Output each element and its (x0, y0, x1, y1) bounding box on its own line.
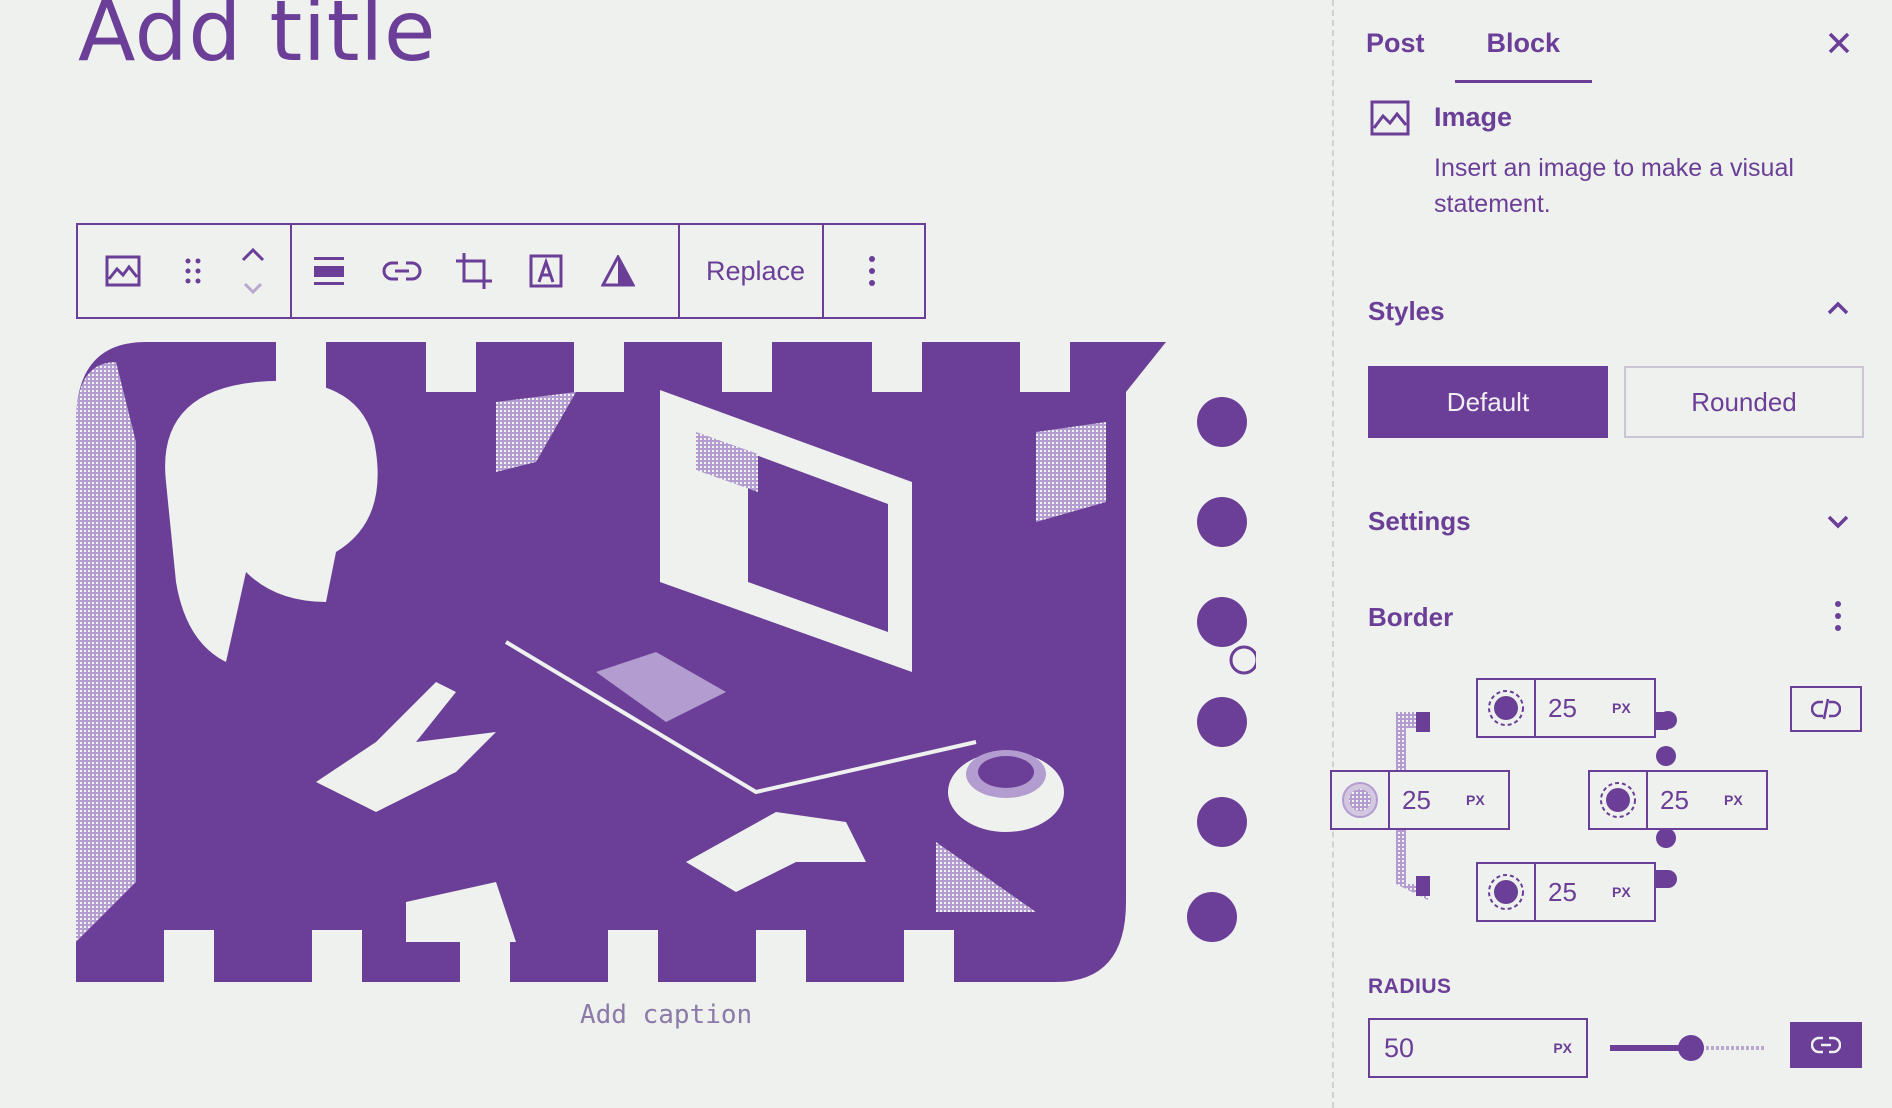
duotone-filter-icon[interactable] (582, 225, 654, 317)
link-icon[interactable] (366, 225, 438, 317)
block-description: Insert an image to make a visual stateme… (1434, 154, 1794, 218)
radius-label: RADIUS (1368, 975, 1452, 998)
replace-button[interactable]: Replace (680, 225, 831, 317)
radius-input[interactable]: 50 PX (1368, 1018, 1588, 1078)
more-vertical-icon[interactable] (824, 225, 920, 317)
image-block[interactable] (76, 342, 1259, 1025)
link-icon[interactable] (1790, 1022, 1862, 1068)
image-icon (1370, 100, 1410, 141)
crop-icon[interactable] (438, 225, 510, 317)
toolbar-group-block (78, 225, 292, 317)
border-right-width[interactable]: 25 (1648, 785, 1724, 816)
style-rounded-button[interactable]: Rounded (1624, 366, 1864, 438)
border-options-icon[interactable] (1834, 600, 1842, 637)
unlink-icon[interactable] (1790, 686, 1862, 732)
illustration-image (76, 342, 1259, 1025)
border-right-color-swatch[interactable] (1590, 772, 1648, 828)
image-block-icon[interactable] (78, 225, 168, 317)
radius-slider[interactable] (1610, 1035, 1766, 1061)
border-left-control[interactable]: 25 PX (1330, 770, 1510, 830)
tab-post[interactable]: Post (1366, 28, 1425, 83)
close-icon[interactable] (1826, 30, 1852, 61)
tab-block[interactable]: Block (1454, 28, 1592, 83)
text-overlay-icon[interactable] (510, 225, 582, 317)
radius-value[interactable]: 50 (1384, 1033, 1414, 1064)
border-top-control[interactable]: 25 PX (1476, 678, 1656, 738)
settings-sidebar: Post Block Image Insert an image to make… (1330, 0, 1892, 1108)
border-top-width[interactable]: 25 (1536, 693, 1612, 724)
toolbar-group-more (824, 225, 920, 317)
border-top-color-swatch[interactable] (1478, 680, 1536, 736)
chevron-up-icon[interactable] (1826, 300, 1850, 321)
border-heading: Border (1368, 602, 1454, 632)
border-bottom-width[interactable]: 25 (1536, 877, 1612, 908)
toolbar-group-replace: Replace (680, 225, 824, 317)
block-name: Image (1434, 102, 1513, 132)
align-icon[interactable] (292, 225, 366, 317)
chevron-down-icon[interactable] (1826, 514, 1850, 535)
border-left-unit[interactable]: PX (1466, 792, 1485, 808)
radius-unit[interactable]: PX (1553, 1040, 1572, 1056)
border-right-unit[interactable]: PX (1724, 792, 1743, 808)
settings-heading[interactable]: Settings (1368, 506, 1471, 537)
post-title-input[interactable]: Add title (78, 0, 436, 80)
toolbar-group-tools (292, 225, 680, 317)
border-top-unit[interactable]: PX (1612, 700, 1631, 716)
style-default-button[interactable]: Default (1368, 366, 1608, 438)
border-bottom-unit[interactable]: PX (1612, 884, 1631, 900)
block-toolbar: Replace (76, 223, 926, 319)
caption-input[interactable]: Add caption (580, 1000, 752, 1030)
move-up-down-icon[interactable] (218, 225, 288, 317)
border-bottom-control[interactable]: 25 PX (1476, 862, 1656, 922)
sidebar-tabs: Post Block (1366, 28, 1592, 83)
radius-slider-knob[interactable] (1678, 1035, 1704, 1061)
border-bottom-color-swatch[interactable] (1478, 864, 1536, 920)
border-left-color-swatch[interactable] (1332, 772, 1390, 828)
drag-handle-icon[interactable] (168, 225, 218, 317)
styles-heading[interactable]: Styles (1368, 296, 1445, 327)
border-right-control[interactable]: 25 PX (1588, 770, 1768, 830)
border-left-width[interactable]: 25 (1390, 785, 1466, 816)
